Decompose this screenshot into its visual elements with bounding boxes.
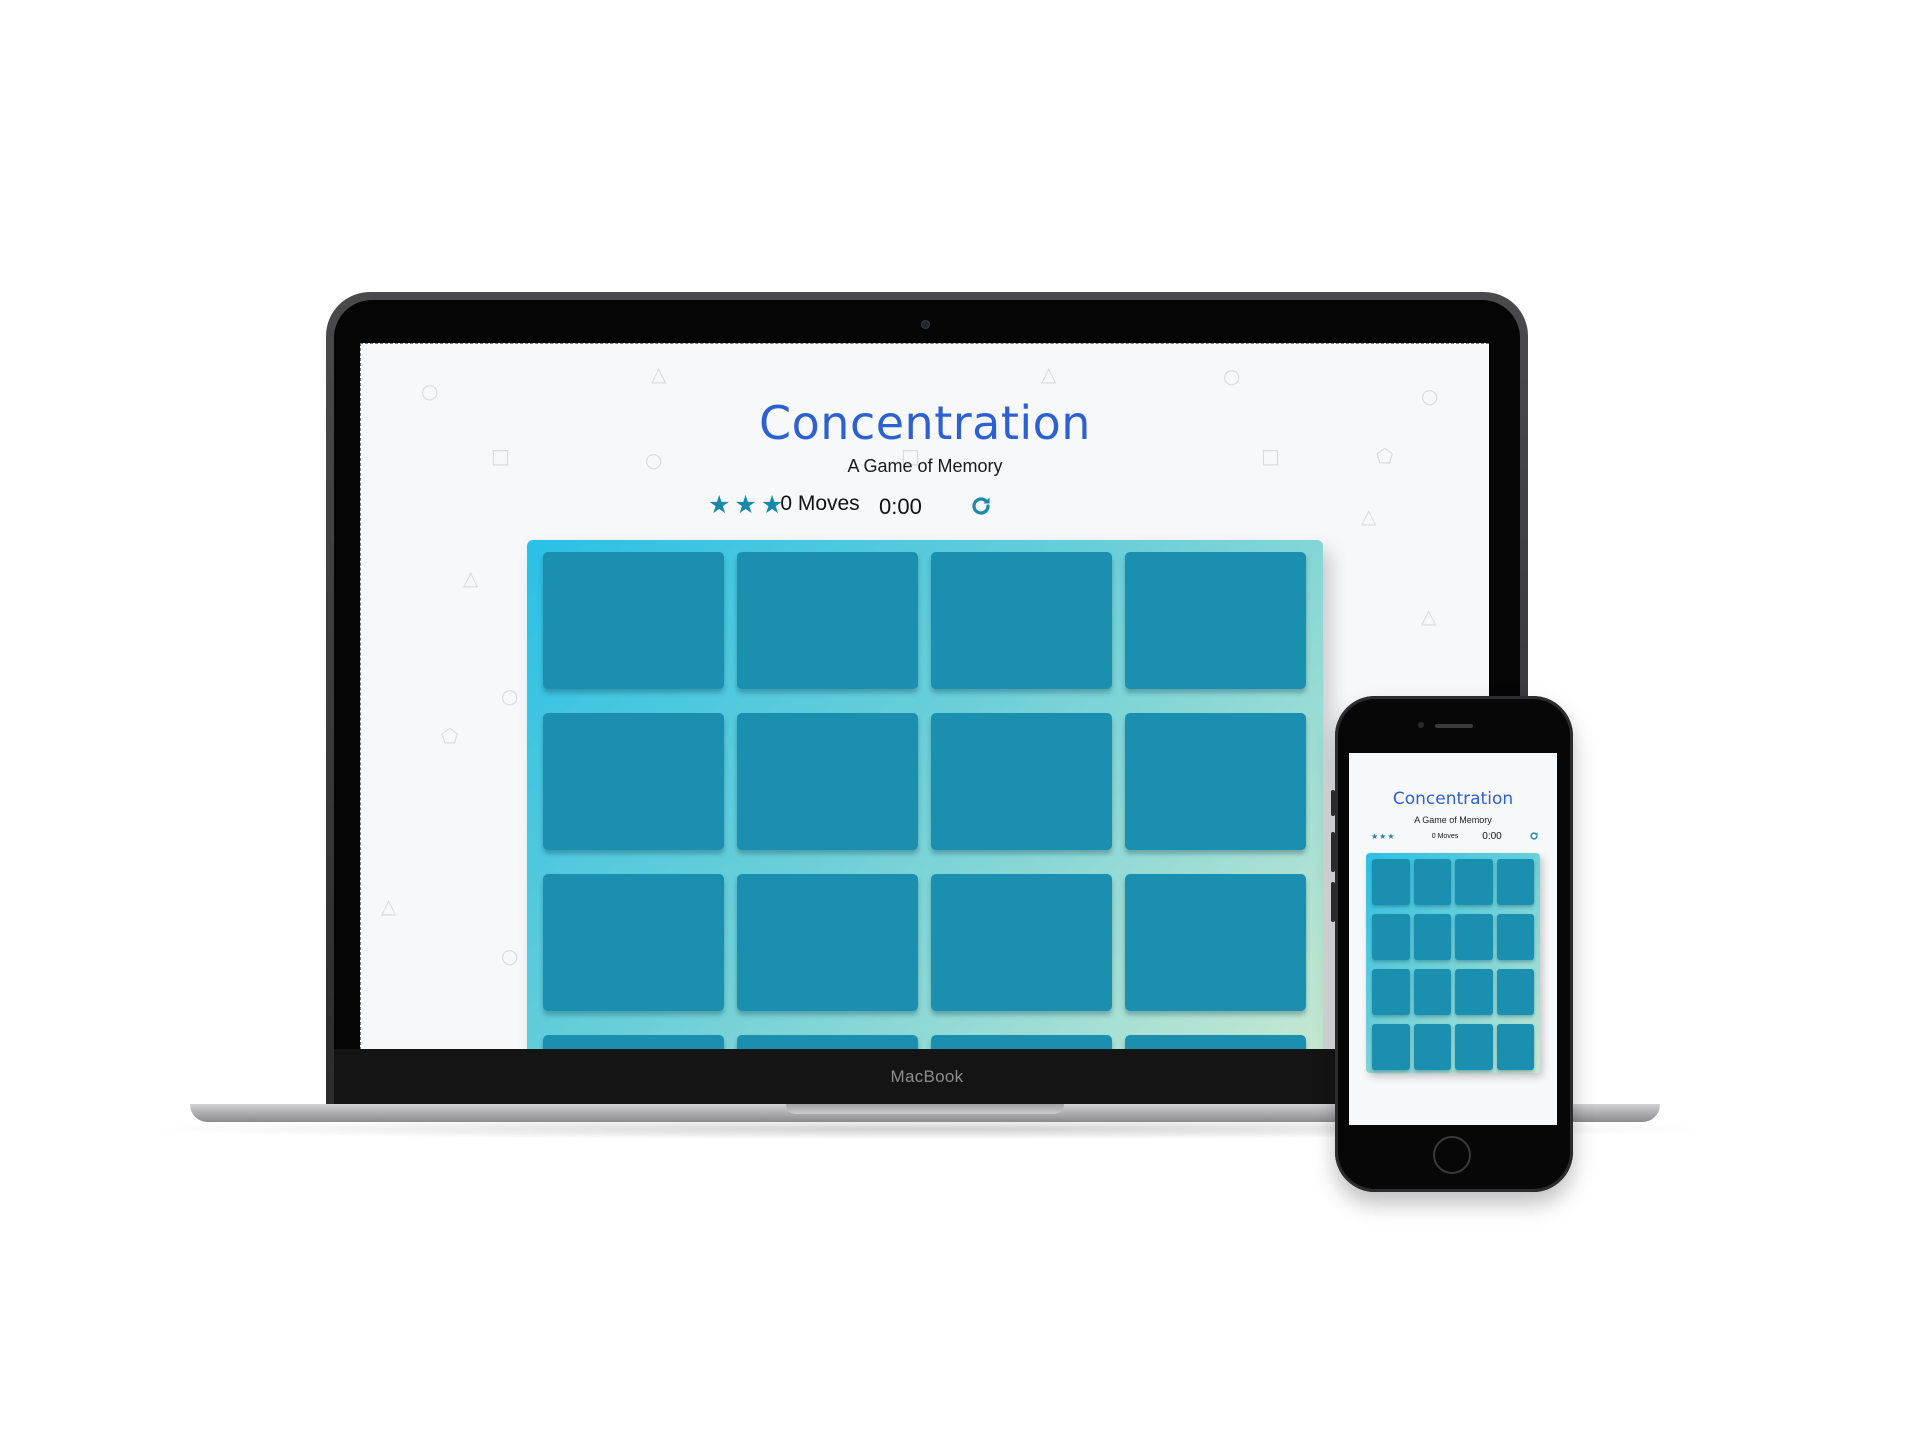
card-deck [1366, 853, 1540, 1073]
memory-card[interactable] [1496, 1024, 1534, 1070]
memory-card[interactable] [1496, 914, 1534, 960]
triangle-doodle-icon: △ [1361, 504, 1377, 528]
game-subtitle: A Game of Memory [1414, 815, 1492, 825]
phone-screen: Concentration A Game of Memory ★ ★ ★ 0 M… [1349, 753, 1557, 1125]
triangle-doodle-icon: △ [1421, 604, 1437, 628]
restart-icon[interactable] [969, 494, 993, 518]
memory-card[interactable] [1413, 969, 1451, 1015]
memory-card[interactable] [1413, 914, 1451, 960]
memory-card[interactable] [931, 713, 1112, 850]
game-subtitle: A Game of Memory [847, 456, 1003, 476]
triangle-doodle-icon: △ [1041, 362, 1057, 386]
phone-home-button[interactable] [1433, 1136, 1471, 1174]
phone-side-button [1331, 790, 1335, 816]
memory-card[interactable] [1496, 969, 1534, 1015]
pentagon-doodle-icon: ⬠ [441, 724, 459, 748]
memory-card[interactable] [1372, 969, 1410, 1015]
memory-card[interactable] [931, 874, 1112, 1011]
star-icon: ★ [734, 490, 757, 519]
memory-card[interactable] [1455, 969, 1493, 1015]
memory-card[interactable] [543, 552, 724, 689]
memory-card[interactable] [931, 552, 1112, 689]
memory-card[interactable] [1455, 859, 1493, 905]
phone-camera [1418, 722, 1424, 728]
laptop-notch [786, 1104, 1064, 1114]
memory-card[interactable] [1125, 874, 1306, 1011]
circle-doodle-icon: ○ [501, 684, 519, 708]
phone-side-button [1331, 832, 1335, 872]
circle-doodle-icon: ○ [1223, 364, 1241, 388]
moves-counter: 0 Moves [780, 492, 860, 515]
star-rating: ★ ★ ★ [1371, 833, 1395, 841]
star-icon: ★ [708, 490, 731, 519]
triangle-doodle-icon: △ [381, 894, 397, 918]
memory-card[interactable] [1455, 914, 1493, 960]
laptop-brand-label: MacBook [890, 1066, 964, 1086]
phone-earpiece [1435, 724, 1473, 728]
card-deck [527, 540, 1323, 1050]
memory-card[interactable] [1125, 713, 1306, 850]
laptop-camera [921, 320, 930, 329]
memory-card[interactable] [543, 713, 724, 850]
phone-side-button [1331, 882, 1335, 922]
timer: 0:00 [879, 494, 922, 519]
triangle-doodle-icon: △ [463, 566, 479, 590]
memory-card[interactable] [737, 874, 918, 1011]
laptop-screen: △ ○ □ ○ △ ⬠ ○ ○ △ □ △ ○ □ ⬠ ○ △ △ ○ Conc… [360, 343, 1489, 1050]
memory-card[interactable] [737, 1035, 918, 1050]
memory-card[interactable] [737, 552, 918, 689]
restart-icon[interactable] [1529, 831, 1539, 841]
memory-card[interactable] [931, 1035, 1112, 1050]
memory-card[interactable] [1496, 859, 1534, 905]
star-icon: ★ [1387, 832, 1395, 841]
game-title: Concentration [759, 396, 1091, 450]
star-icon: ★ [1379, 832, 1387, 841]
memory-card[interactable] [543, 1035, 724, 1050]
memory-card[interactable] [1125, 1035, 1306, 1050]
memory-card[interactable] [1372, 914, 1410, 960]
timer: 0:00 [1482, 831, 1502, 842]
memory-card[interactable] [1413, 1024, 1451, 1070]
memory-card[interactable] [737, 713, 918, 850]
memory-card[interactable] [1125, 552, 1306, 689]
game-title: Concentration [1392, 789, 1514, 809]
memory-card[interactable] [1372, 1024, 1410, 1070]
star-icon: ★ [1371, 832, 1379, 841]
memory-card[interactable] [1372, 859, 1410, 905]
triangle-doodle-icon: △ [651, 362, 667, 386]
memory-card[interactable] [543, 874, 724, 1011]
memory-card[interactable] [1413, 859, 1451, 905]
moves-counter: 0 Moves [1431, 833, 1459, 840]
circle-doodle-icon: ○ [501, 944, 519, 968]
memory-card[interactable] [1455, 1024, 1493, 1070]
